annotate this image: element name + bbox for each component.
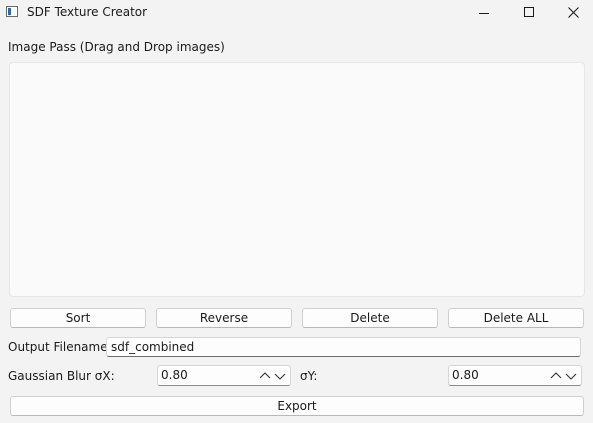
window-title: SDF Texture Creator [27, 5, 148, 19]
blur-y-spinbox[interactable]: 0.80 [448, 365, 582, 386]
blur-x-value: 0.80 [161, 368, 188, 382]
image-drop-list[interactable] [9, 62, 585, 297]
image-pass-label: Image Pass (Drag and Drop images) [8, 40, 225, 54]
sort-button[interactable]: Sort [10, 308, 146, 328]
spin-up-icon[interactable] [258, 369, 272, 383]
reverse-button[interactable]: Reverse [156, 308, 292, 328]
minimize-icon [479, 13, 489, 14]
blur-y-value: 0.80 [452, 368, 479, 382]
close-button[interactable] [551, 0, 593, 26]
blur-x-label: Gaussian Blur σX: [8, 369, 115, 383]
delete-all-button[interactable]: Delete ALL [448, 308, 584, 328]
output-filename-label: Output Filename: [8, 340, 112, 354]
minimize-button[interactable] [461, 0, 506, 26]
spin-up-icon[interactable] [549, 369, 563, 383]
spin-down-icon[interactable] [564, 369, 578, 383]
maximize-icon [524, 7, 534, 17]
blur-x-spinbox[interactable]: 0.80 [157, 365, 291, 386]
app-window: SDF Texture Creator Image Pass (Drag and… [0, 0, 593, 423]
app-icon [6, 6, 18, 17]
export-button[interactable]: Export [10, 396, 584, 416]
close-icon [568, 7, 579, 18]
spin-down-icon[interactable] [273, 369, 287, 383]
delete-button[interactable]: Delete [302, 308, 438, 328]
title-bar[interactable]: SDF Texture Creator [0, 0, 593, 26]
maximize-button[interactable] [506, 0, 551, 26]
blur-y-label: σY: [300, 369, 318, 383]
output-filename-input[interactable] [106, 337, 581, 357]
